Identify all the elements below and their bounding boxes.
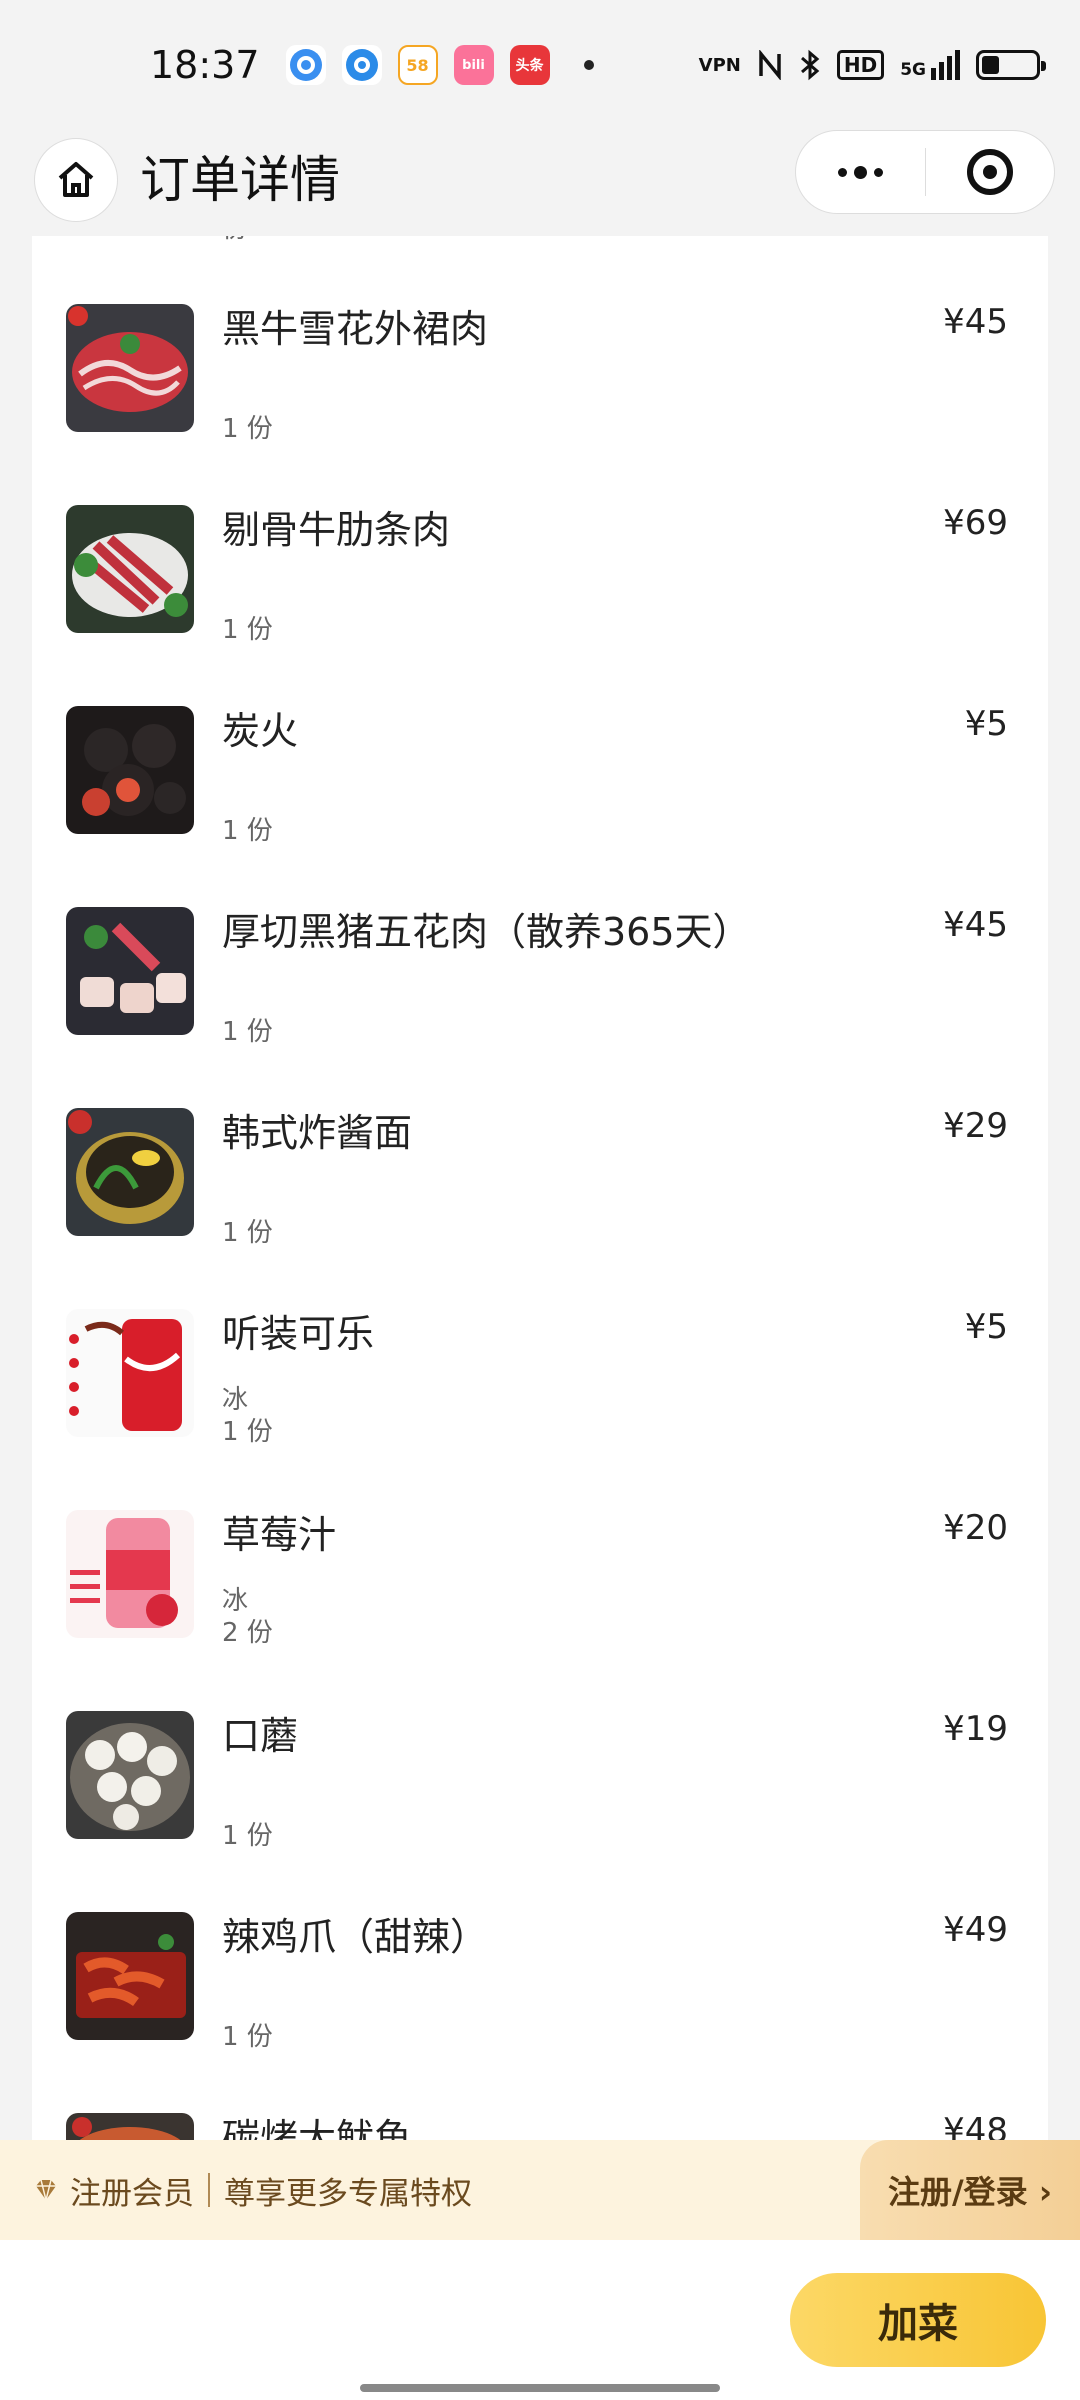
item-name: 炭火 [222, 709, 299, 753]
bluetooth-icon [800, 49, 820, 81]
nav-bar: 订单详情 [0, 130, 1080, 236]
item-name: 厚切黑猪五花肉（散养365天） [222, 910, 751, 954]
more-notifications-dot [583, 60, 594, 70]
page-title: 订单详情 [140, 151, 340, 209]
item-price: ¥29 [943, 1106, 1008, 1146]
gesture-bar[interactable] [360, 2384, 720, 2392]
item-thumbnail [66, 1108, 194, 1236]
qq-icon [285, 45, 326, 85]
item-name: 辣鸡爪（甜辣） [222, 1915, 489, 1959]
diamond-icon [36, 2179, 56, 2201]
item-price: ¥19 [943, 1709, 1008, 1749]
list-item: 草莓汁 冰 2 份 ¥20 [32, 1442, 1048, 1648]
item-thumbnail [66, 706, 194, 834]
toutiao-icon: 头条 [509, 45, 550, 85]
close-target-icon [966, 149, 1013, 195]
list-item: 厚切黑猪五花肉（散养365天） 1 份 ¥45 [32, 839, 1048, 1047]
vpn-icon: VPN [698, 54, 741, 76]
58-icon: 58 [397, 45, 438, 85]
item-thumbnail [66, 2113, 194, 2140]
bilibili-icon: bili [453, 45, 494, 85]
item-thumbnail [66, 1711, 194, 1839]
list-item: 口蘑 1 份 ¥19 [32, 1643, 1048, 1851]
list-item: 黑牛雪花外裙肉 1 份 ¥45 [32, 236, 1048, 444]
status-bar: 18:37 58 bili 头条 VPN HD 5G [0, 0, 1080, 130]
item-thumbnail [66, 304, 194, 432]
screen: 18:37 58 bili 头条 VPN HD 5G 订单详情 黑牛雪花外裙肉 … [0, 0, 1080, 2400]
bottom-bar: 加菜 [0, 2240, 1080, 2400]
item-name: 韩式炸酱面 [222, 1111, 413, 1155]
list-item: 辣鸡爪（甜辣） 1 份 ¥49 [32, 1844, 1048, 2052]
item-thumbnail [66, 907, 194, 1035]
item-price: ¥5 [964, 1307, 1008, 1347]
home-icon [58, 162, 94, 197]
member-benefits-text: 尊享更多专属特权 [224, 2175, 472, 2212]
item-price: ¥45 [943, 302, 1008, 342]
add-dishes-button[interactable]: 加菜 [790, 2273, 1046, 2367]
item-name: 剔骨牛肋条肉 [222, 508, 451, 552]
item-name: 黑牛雪花外裙肉 [222, 307, 489, 351]
notification-icons: 58 bili 头条 [285, 45, 594, 85]
item-thumbnail [66, 1510, 194, 1638]
more-icon [837, 165, 883, 179]
system-icons: VPN HD 5G [698, 49, 1046, 81]
item-thumbnail [66, 1912, 194, 2040]
list-item: 韩式炸酱面 1 份 ¥29 [32, 1040, 1048, 1248]
item-thumbnail [66, 1309, 194, 1437]
member-banner: 注册会员 尊享更多专属特权 注册/登录 › [0, 2140, 1080, 2240]
signal-icon: 5G [900, 50, 960, 80]
item-price: ¥20 [943, 1508, 1008, 1548]
register-login-button[interactable]: 注册/登录 › [860, 2140, 1080, 2240]
list-item: 听装可乐 冰 1 份 ¥5 [32, 1241, 1048, 1447]
more-button[interactable] [796, 131, 925, 213]
list-item: 碳烤大鱿鱼 ¥48 [32, 2045, 1048, 2140]
item-price: ¥48 [943, 2111, 1008, 2140]
nfc-icon [759, 50, 781, 80]
list-item: 炭火 1 份 ¥5 [32, 638, 1048, 846]
item-name: 草莓汁 [222, 1513, 337, 1557]
hd-icon: HD [836, 50, 885, 80]
battery-icon [976, 50, 1046, 80]
order-items-card: 份 黑牛雪花外裙肉 1 份 ¥45 剔骨牛肋条肉 1 份 ¥69 炭火 1 份 … [32, 236, 1048, 2140]
item-price: ¥5 [964, 704, 1008, 744]
item-name: 听装可乐 [222, 1312, 375, 1356]
item-name: 碳烤大鱿鱼 [222, 2116, 413, 2140]
item-price: ¥45 [943, 905, 1008, 945]
status-time: 18:37 [150, 43, 260, 87]
close-mini-program-button[interactable] [926, 131, 1055, 213]
browser-icon [341, 45, 382, 85]
list-item: 剔骨牛肋条肉 1 份 ¥69 [32, 437, 1048, 645]
mini-program-capsule [795, 130, 1055, 214]
home-button[interactable] [34, 138, 118, 222]
item-price: ¥69 [943, 503, 1008, 543]
item-thumbnail [66, 505, 194, 633]
item-name: 口蘑 [222, 1714, 299, 1758]
member-divider [208, 2173, 210, 2207]
member-register-text: 注册会员 [70, 2175, 194, 2212]
item-price: ¥49 [943, 1910, 1008, 1950]
